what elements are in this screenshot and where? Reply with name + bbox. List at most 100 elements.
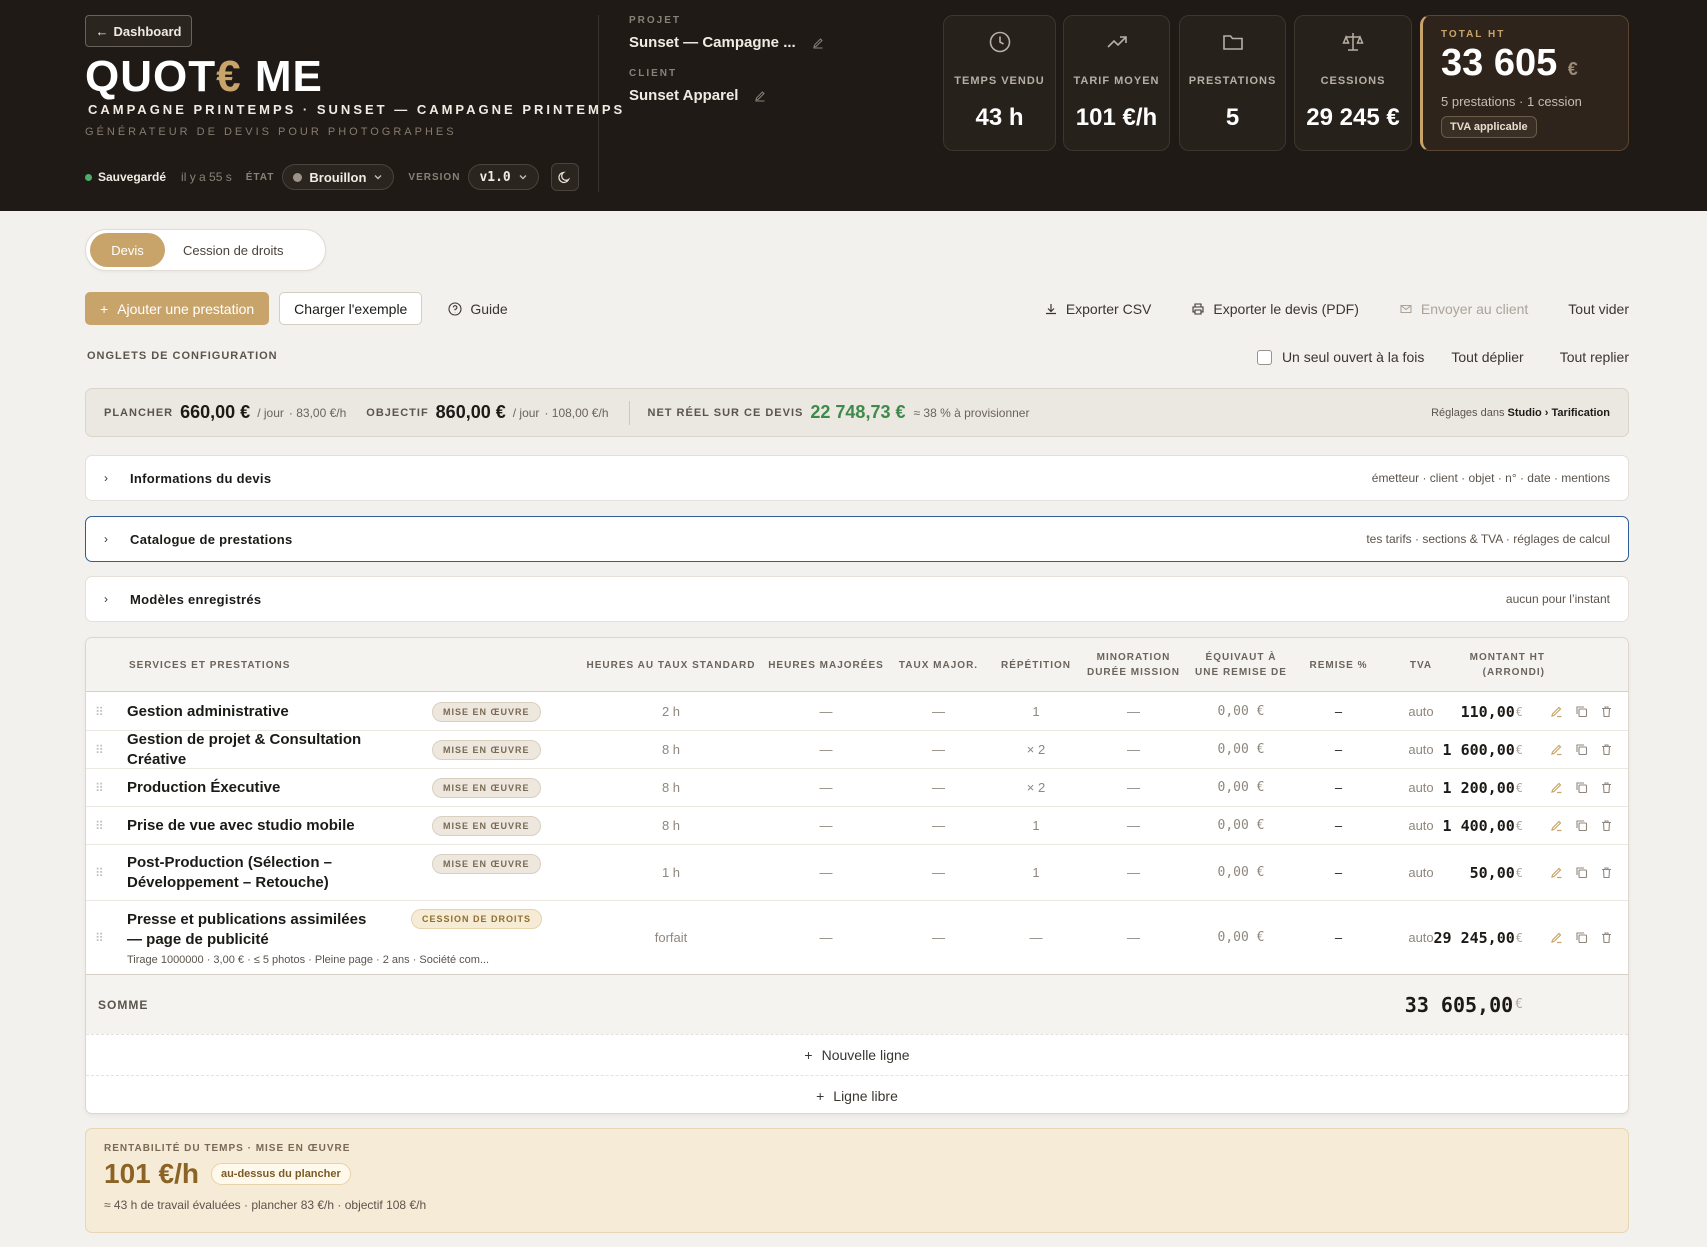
table-row[interactable]: ⠿ Gestion de projet & Consultation Créat…: [86, 731, 1628, 769]
tab-cession-de-droits[interactable]: Cession de droits: [165, 233, 301, 267]
category-badge: MISE EN ŒUVRE: [432, 739, 541, 760]
kpi-value: 5: [1225, 104, 1240, 131]
theme-toggle-button[interactable]: [550, 163, 579, 191]
single-open-checkbox[interactable]: [1256, 349, 1272, 365]
kpi-tarif-moyen: TARIF MOYEN 101 €/h: [1063, 15, 1170, 151]
add-prestation-button[interactable]: + Ajouter une prestation: [85, 292, 270, 325]
trash-icon[interactable]: [1599, 931, 1614, 944]
col-repetition: RÉPÉTITION: [1000, 659, 1071, 671]
cell-amount: 1 200,00 €: [1442, 778, 1523, 797]
load-example-button[interactable]: Charger l'exemple: [279, 292, 423, 325]
free-line-label: Ligne libre: [833, 1088, 898, 1104]
client-value-row[interactable]: Sunset Apparel: [629, 87, 766, 104]
duplicate-icon[interactable]: [1574, 743, 1589, 756]
cell-amount: 50,00 €: [1469, 863, 1523, 882]
target-unit: / jour: [512, 405, 540, 420]
cell-tva: auto: [1408, 865, 1434, 880]
expand-all-button[interactable]: Tout déplier: [1451, 349, 1523, 365]
guide-button[interactable]: Guide: [434, 292, 521, 325]
accordion-modeles-enregistres[interactable]: › Modèles enregistrés aucun pour l’insta…: [85, 576, 1629, 622]
category-badge: MISE EN ŒUVRE: [432, 777, 541, 798]
edit-icon[interactable]: [1549, 819, 1564, 832]
cell-equivalent: 0,00 €: [1217, 818, 1265, 833]
drag-handle-icon[interactable]: ⠿: [95, 693, 104, 730]
cell-repetition: 1: [1032, 865, 1040, 880]
trash-icon[interactable]: [1599, 705, 1614, 718]
drag-handle-icon[interactable]: ⠿: [95, 769, 104, 806]
drag-handle-icon[interactable]: ⠿: [95, 901, 104, 974]
settings-link[interactable]: Réglages dans Studio › Tarification: [1431, 407, 1610, 419]
clear-all-button[interactable]: Tout vider: [1554, 292, 1629, 325]
rate-summary-bar: PLANCHER 660,00 € / jour · 83,00 €/h OBJ…: [85, 388, 1629, 437]
edit-icon[interactable]: [1549, 781, 1564, 794]
cell-repetition: 1: [1032, 818, 1040, 833]
drag-handle-icon[interactable]: ⠿: [95, 731, 104, 768]
cell-discount: –: [1334, 818, 1343, 833]
accordion-hint: émetteur · client · objet · n° · date · …: [1371, 471, 1610, 485]
cell-equivalent: 0,00 €: [1217, 865, 1265, 880]
drag-handle-icon[interactable]: ⠿: [95, 807, 104, 844]
send-to-client-button[interactable]: Envoyer au client: [1385, 292, 1542, 325]
target-value: 860,00 €: [435, 402, 506, 422]
trash-icon[interactable]: [1599, 781, 1614, 794]
duplicate-icon[interactable]: [1574, 781, 1589, 794]
edit-icon[interactable]: [1549, 705, 1564, 718]
chevron-right-icon: ›: [104, 471, 108, 485]
state-select[interactable]: Brouillon: [282, 164, 395, 190]
back-button-label: Dashboard: [113, 23, 182, 39]
moon-icon: [558, 171, 570, 184]
edit-icon[interactable]: [1549, 743, 1564, 756]
cell-minoration: —: [1127, 930, 1140, 945]
table-row[interactable]: ⠿ Presse et publications assimilées — pa…: [86, 901, 1628, 974]
duplicate-icon[interactable]: [1574, 931, 1589, 944]
accordion-catalogue-prestations[interactable]: › Catalogue de prestations tes tarifs · …: [85, 516, 1629, 562]
client-field: CLIENT Sunset Apparel: [629, 68, 766, 104]
table-row[interactable]: ⠿ Post-Production (Sélection – Développe…: [86, 845, 1628, 901]
duplicate-icon[interactable]: [1574, 819, 1589, 832]
prestations-table: SERVICES ET PRESTATIONS HEURES AU TAUX S…: [85, 637, 1629, 1114]
folder-icon: [1222, 35, 1243, 50]
table-row[interactable]: ⠿ Prise de vue avec studio mobile MISE E…: [86, 807, 1628, 845]
main-tabs: Devis Cession de droits: [85, 229, 326, 271]
version-select[interactable]: v1.0: [468, 164, 539, 190]
duplicate-icon[interactable]: [1574, 705, 1589, 718]
pencil-icon[interactable]: [812, 37, 824, 49]
kpi-cessions: CESSIONS 29 245 €: [1294, 15, 1412, 151]
status-row: Sauvegardé il y a 55 s ÉTAT Brouillon VE…: [85, 163, 579, 191]
table-row[interactable]: ⠿ Production Éxecutive MISE EN ŒUVRE 8 h…: [86, 769, 1628, 807]
single-open-label[interactable]: Un seul ouvert à la fois: [1282, 349, 1424, 365]
cell-equivalent: 0,00 €: [1217, 780, 1265, 795]
project-value: Sunset — Campagne ...: [629, 34, 796, 51]
new-line-button[interactable]: + Nouvelle ligne: [86, 1034, 1628, 1075]
client-label: CLIENT: [629, 68, 678, 79]
sum-value: 33 605,00 €: [1404, 992, 1523, 1017]
drag-handle-icon[interactable]: ⠿: [95, 845, 104, 900]
kpi-value: 43 h: [975, 104, 1024, 131]
duplicate-icon[interactable]: [1574, 866, 1589, 879]
edit-icon[interactable]: [1549, 931, 1564, 944]
collapse-all-button[interactable]: Tout replier: [1560, 349, 1629, 365]
cell-rate-major: —: [932, 704, 945, 719]
table-row[interactable]: ⠿ Gestion administrative MISE EN ŒUVRE 2…: [86, 693, 1628, 731]
project-value-row[interactable]: Sunset — Campagne ...: [629, 34, 824, 51]
free-line-button[interactable]: + Ligne libre: [86, 1075, 1628, 1113]
edit-icon[interactable]: [1549, 866, 1564, 879]
tab-devis[interactable]: Devis: [90, 233, 165, 267]
accordion-informations-devis[interactable]: › Informations du devis émetteur · clien…: [85, 455, 1629, 501]
back-to-dashboard-button[interactable]: ← Dashboard: [85, 15, 192, 47]
trash-icon[interactable]: [1599, 743, 1614, 756]
export-csv-button[interactable]: Exporter CSV: [1030, 292, 1166, 325]
rentabilite-value: 101 €/h: [104, 1158, 199, 1189]
mail-icon: [1400, 304, 1412, 313]
cell-discount: –: [1334, 780, 1343, 795]
version-value: v1.0: [479, 169, 511, 185]
trash-icon[interactable]: [1599, 819, 1614, 832]
accordion-title: Informations du devis: [130, 470, 272, 486]
trash-icon[interactable]: [1599, 866, 1614, 879]
cell-discount: –: [1334, 704, 1343, 719]
kpi-label: CESSIONS: [1320, 75, 1386, 87]
col-discount: REMISE %: [1309, 659, 1368, 671]
pencil-icon[interactable]: [754, 90, 766, 102]
header-divider: [598, 15, 599, 192]
export-pdf-button[interactable]: Exporter le devis (PDF): [1177, 292, 1372, 325]
